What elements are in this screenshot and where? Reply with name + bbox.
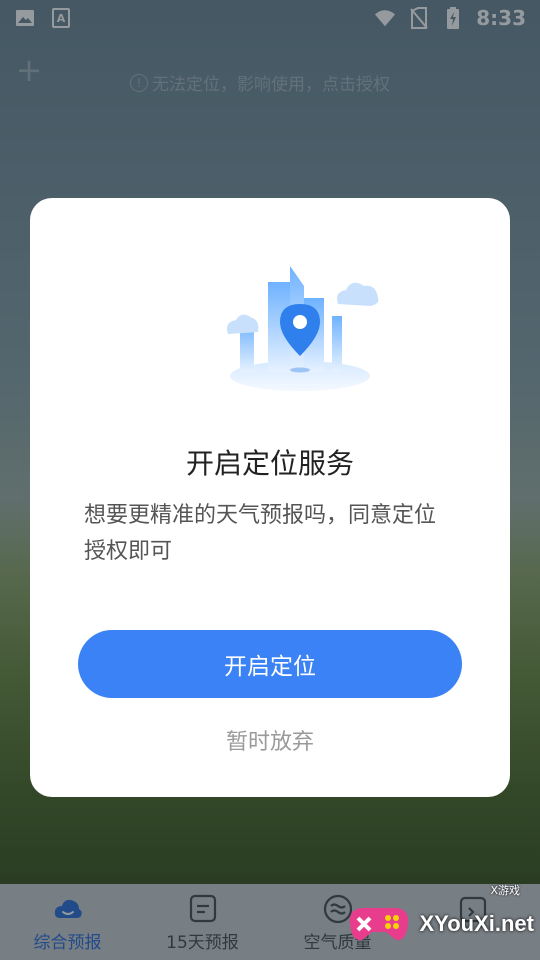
dialog-title: 开启定位服务 [185,447,354,480]
location-permission-dialog: 开启定位服务 想要更精准的天气预报吗，同意定位授权即可 开启定位 暂时放弃 [30,198,510,797]
watermark: X游戏 XYouXi.net [344,884,535,952]
screen: A 8:33 + ! 无法定位，影响使用，点击授权 综合预报 15天预报 空气质… [0,0,540,960]
dismiss-button[interactable]: 暂时放弃 [30,724,510,756]
watermark-text: XYouXi.net [419,911,535,936]
gamepad-logo-icon [349,908,408,941]
city-location-pin-illustration [227,266,379,391]
enable-location-button[interactable]: 开启定位 [78,630,462,698]
dialog-message: 想要更精准的天气预报吗，同意定位授权即可 [84,503,437,564]
watermark-small-text: X游戏 [490,884,520,897]
